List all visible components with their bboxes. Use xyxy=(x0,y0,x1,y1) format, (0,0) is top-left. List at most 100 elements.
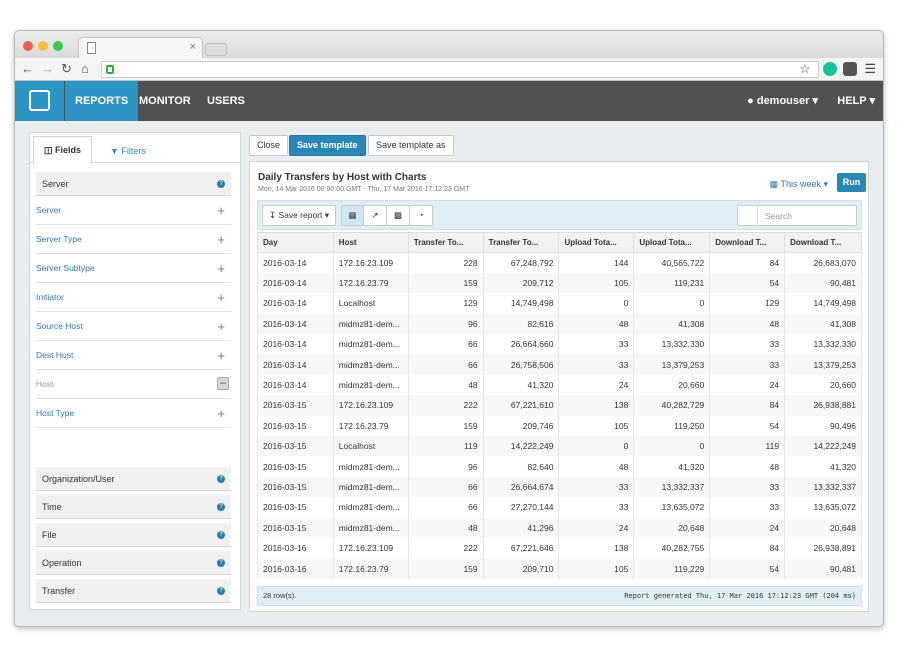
pie-chart-icon[interactable]: ◔ xyxy=(409,205,433,226)
app-logo[interactable] xyxy=(15,81,64,121)
field-dest-host[interactable]: Dest Host + xyxy=(36,341,231,370)
field-server-subtype[interactable]: Server Subtype + xyxy=(36,254,231,283)
table-cell: 172.16.23.79 xyxy=(332,558,409,579)
column-header[interactable]: Transfer To... xyxy=(407,232,484,253)
maximize-window-icon[interactable] xyxy=(53,41,63,51)
table-cell: 13,379,253 xyxy=(633,354,711,375)
new-tab-button[interactable] xyxy=(205,43,227,56)
field-source-host[interactable]: Source Host + xyxy=(36,312,231,341)
table-cell: 13,332,337 xyxy=(633,476,711,498)
remove-icon[interactable]: – xyxy=(217,377,229,390)
table-view-icon[interactable]: ▦ xyxy=(341,205,364,226)
add-icon[interactable]: + xyxy=(217,283,225,312)
report-table: Day Host Transfer To... Transfer To... U… xyxy=(257,232,862,579)
table-row[interactable]: 2016-03-15 midmz81-dem... 48 41,296 24 20,648… xyxy=(257,517,862,538)
run-button[interactable]: Run xyxy=(837,173,866,192)
column-header[interactable]: Day xyxy=(257,232,334,253)
field-host-type[interactable]: Host Type + xyxy=(36,399,231,428)
table-cell: 0 xyxy=(558,293,635,314)
table-row[interactable]: 2016-03-14 midmz81-dem... 48 41,320 24 20,660… xyxy=(257,374,862,396)
line-chart-icon[interactable]: ↗ xyxy=(363,205,387,226)
add-icon[interactable]: + xyxy=(217,341,225,370)
table-cell: 159 xyxy=(407,558,484,579)
bookmark-star-icon[interactable]: ☆ xyxy=(799,61,811,77)
tab-fields[interactable]: ◫ Fields xyxy=(33,136,93,164)
group-server-header[interactable]: Server? xyxy=(36,172,231,196)
bar-chart-icon[interactable]: ▩ xyxy=(386,205,410,226)
help-icon[interactable]: ? xyxy=(217,180,225,188)
nav-reports[interactable]: REPORTS xyxy=(65,81,139,121)
table-cell: 209,712 xyxy=(482,272,560,294)
table-row[interactable]: 2016-03-15 midmz81-dem... 66 26,664,674 33 13… xyxy=(257,476,862,498)
table-cell: 222 xyxy=(407,395,484,416)
table-cell: 13,332,330 xyxy=(633,334,711,355)
browser-menu-icon[interactable]: ☰ xyxy=(864,61,876,77)
table-row[interactable]: 2016-03-15 172.16.23.109 222 67,221,610 138 4… xyxy=(257,395,862,416)
group-transfer[interactable]: Transfer? xyxy=(36,579,231,603)
help-icon[interactable]: ? xyxy=(217,559,225,567)
add-icon[interactable]: + xyxy=(217,254,225,283)
nav-monitor[interactable]: MONITOR xyxy=(129,81,201,121)
home-icon[interactable]: ⌂ xyxy=(81,61,89,76)
table-row[interactable]: 2016-03-14 172.16.23.79 159 209,712 105 119,2… xyxy=(257,272,862,294)
save-template-button[interactable]: Save template xyxy=(289,135,366,156)
group-file[interactable]: File? xyxy=(36,523,231,547)
group-organization-user[interactable]: Organization/User? xyxy=(36,467,231,491)
column-header[interactable]: Download T... xyxy=(784,232,862,253)
reload-icon[interactable]: ↻ xyxy=(61,61,72,77)
table-cell: 172.16.23.79 xyxy=(332,272,409,294)
minimize-window-icon[interactable] xyxy=(38,41,48,51)
help-icon[interactable]: ? xyxy=(217,587,225,595)
group-label: Server xyxy=(42,179,69,189)
add-icon[interactable]: + xyxy=(217,312,225,341)
group-operation[interactable]: Operation? xyxy=(36,551,231,575)
table-cell: 33 xyxy=(709,334,786,355)
add-icon[interactable]: + xyxy=(217,225,225,254)
nav-users[interactable]: USERS xyxy=(197,81,255,121)
table-row[interactable]: 2016-03-14 midmz81-dem... 66 26,664,660 33 13… xyxy=(257,334,862,355)
table-cell: 129 xyxy=(407,293,484,314)
grammarly-extension-icon[interactable] xyxy=(823,62,837,76)
tab-filters[interactable]: ▼ Filters xyxy=(100,136,156,166)
table-row[interactable]: 2016-03-14 midmz81-dem... 66 26,758,506 33 13… xyxy=(257,354,862,375)
group-time[interactable]: Time? xyxy=(36,495,231,519)
field-initiator[interactable]: Initiator + xyxy=(36,283,231,312)
help-icon[interactable]: ? xyxy=(217,531,225,539)
table-row[interactable]: 2016-03-15 Localhost 119 14,222,249 0 0 119 14,… xyxy=(257,436,862,457)
search-input[interactable]: Search xyxy=(737,205,857,226)
table-row[interactable]: 2016-03-14 Localhost 129 14,749,498 0 0 129 14,… xyxy=(257,293,862,314)
table-row[interactable]: 2016-03-16 172.16.23.109 222 67,221,646 138 4… xyxy=(257,537,862,559)
help-menu[interactable]: HELP ▾ xyxy=(837,81,875,121)
field-server[interactable]: Server + xyxy=(36,196,231,225)
extension-icon[interactable] xyxy=(843,62,857,76)
save-template-as-button[interactable]: Save template as xyxy=(368,135,454,156)
table-row[interactable]: 2016-03-15 midmz81-dem... 96 82,640 48 41,320… xyxy=(257,456,862,477)
column-header[interactable]: Download T... xyxy=(709,232,786,253)
column-header[interactable]: Upload Tota... xyxy=(558,232,635,253)
user-menu[interactable]: ● demouser ▾ xyxy=(747,81,818,121)
add-icon[interactable]: + xyxy=(217,196,225,225)
back-icon[interactable]: ← xyxy=(21,61,34,76)
field-host[interactable]: Host – xyxy=(36,370,231,399)
close-button[interactable]: Close xyxy=(249,135,289,156)
add-icon[interactable]: + xyxy=(217,399,225,428)
table-row[interactable]: 2016-03-14 172.16.23.109 228 67,248,792 144 4… xyxy=(257,252,862,273)
tab-close-icon[interactable]: × xyxy=(190,41,196,53)
table-cell: midmz81-dem... xyxy=(332,456,409,477)
table-row[interactable]: 2016-03-16 172.16.23.79 159 209,710 105 119,2… xyxy=(257,558,862,579)
field-server-type[interactable]: Server Type + xyxy=(36,225,231,254)
column-header[interactable]: Host xyxy=(332,232,409,253)
save-report-button[interactable]: ↧ Save report ▾ xyxy=(262,205,336,226)
forward-icon[interactable]: → xyxy=(41,61,54,76)
column-header[interactable]: Upload Tota... xyxy=(633,232,711,253)
help-icon[interactable]: ? xyxy=(217,503,225,511)
url-field[interactable] xyxy=(101,61,819,78)
period-dropdown[interactable]: ▦ This week ▾ xyxy=(770,179,828,190)
table-row[interactable]: 2016-03-15 midmz81-dem... 66 27,270,144 33 13… xyxy=(257,497,862,518)
close-window-icon[interactable] xyxy=(23,41,33,51)
column-header[interactable]: Transfer To... xyxy=(482,232,560,253)
help-icon[interactable]: ? xyxy=(217,475,225,483)
table-row[interactable]: 2016-03-14 midmz81-dem... 96 82,616 48 41,308… xyxy=(257,313,862,335)
browser-tab[interactable]: × xyxy=(78,37,203,59)
table-row[interactable]: 2016-03-15 172.16.23.79 159 209,746 105 119,2… xyxy=(257,415,862,437)
